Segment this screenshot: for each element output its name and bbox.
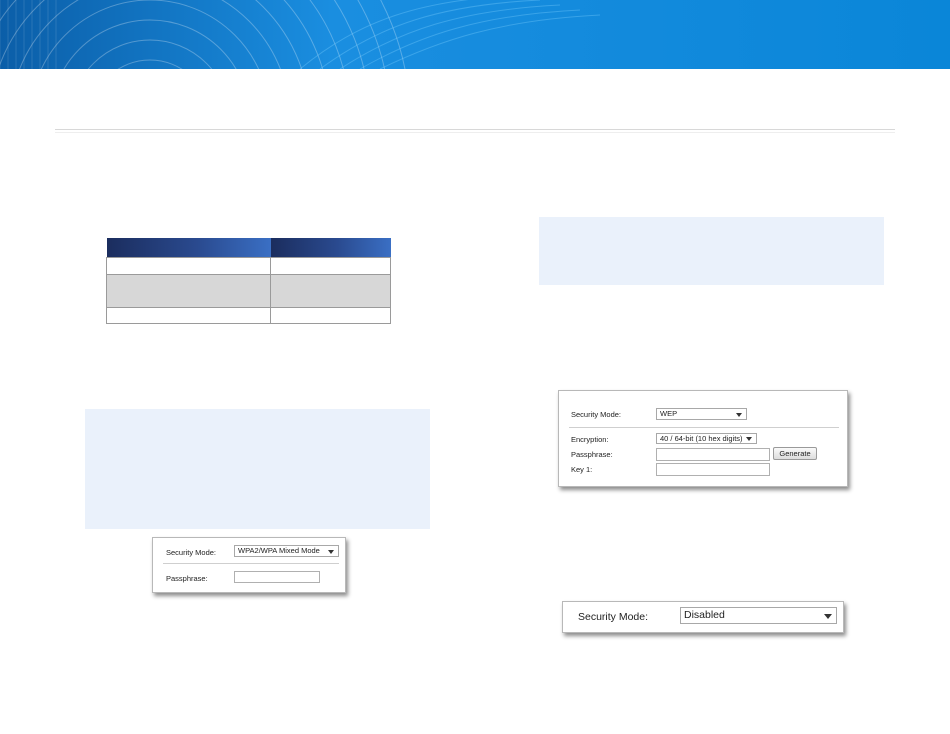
- chevron-down-icon: [746, 437, 752, 441]
- table-row: [106, 307, 391, 324]
- wpa-settings-panel: Security Mode: WPA2/WPA Mixed Mode Passp…: [152, 537, 346, 593]
- security-mode-value: Disabled: [684, 609, 725, 621]
- key1-input[interactable]: [656, 463, 770, 476]
- table-cell: [270, 307, 391, 324]
- encryption-value: 40 / 64-bit (10 hex digits): [660, 434, 743, 443]
- table-header-row: [106, 238, 391, 258]
- table-header-cell: [270, 238, 391, 258]
- security-mode-value: WPA2/WPA Mixed Mode: [238, 546, 320, 555]
- note-box: [85, 409, 430, 529]
- table-cell: [106, 257, 271, 275]
- passphrase-input[interactable]: [656, 448, 770, 461]
- table-cell: [270, 257, 391, 275]
- header-banner: [0, 0, 950, 69]
- chevron-down-icon: [328, 549, 334, 554]
- section-divider: [55, 129, 895, 133]
- wave-graphic: [0, 0, 950, 69]
- wep-settings-panel: Security Mode: WEP Encryption: 40 / 64-b…: [558, 390, 848, 487]
- disabled-settings-panel: Security Mode: Disabled: [562, 601, 844, 633]
- table-cell: [106, 307, 271, 324]
- passphrase-label: Passphrase:: [166, 574, 208, 583]
- key1-label: Key 1:: [571, 465, 593, 474]
- chevron-down-icon: [736, 412, 742, 417]
- table-cell: [106, 274, 271, 308]
- table-row: [106, 274, 391, 308]
- spec-table: [106, 238, 391, 324]
- divider: [569, 427, 839, 428]
- generate-button[interactable]: Generate: [773, 447, 817, 460]
- passphrase-label: Passphrase:: [571, 450, 613, 459]
- security-mode-label: Security Mode:: [166, 548, 217, 557]
- table-row: [106, 257, 391, 275]
- encryption-select[interactable]: 40 / 64-bit (10 hex digits): [656, 433, 757, 444]
- security-mode-label: Security Mode:: [571, 410, 622, 419]
- security-mode-select[interactable]: WPA2/WPA Mixed Mode: [234, 545, 339, 557]
- security-mode-label: Security Mode:: [578, 611, 649, 623]
- security-mode-select[interactable]: WEP: [656, 408, 747, 420]
- security-mode-value: WEP: [660, 409, 678, 418]
- table-cell: [270, 274, 391, 308]
- passphrase-input[interactable]: [234, 571, 320, 583]
- divider: [163, 563, 339, 564]
- table-header-cell: [106, 238, 271, 258]
- encryption-label: Encryption:: [571, 435, 609, 444]
- chevron-down-icon: [824, 613, 832, 619]
- security-mode-select[interactable]: Disabled: [680, 607, 837, 624]
- note-box: [539, 217, 884, 285]
